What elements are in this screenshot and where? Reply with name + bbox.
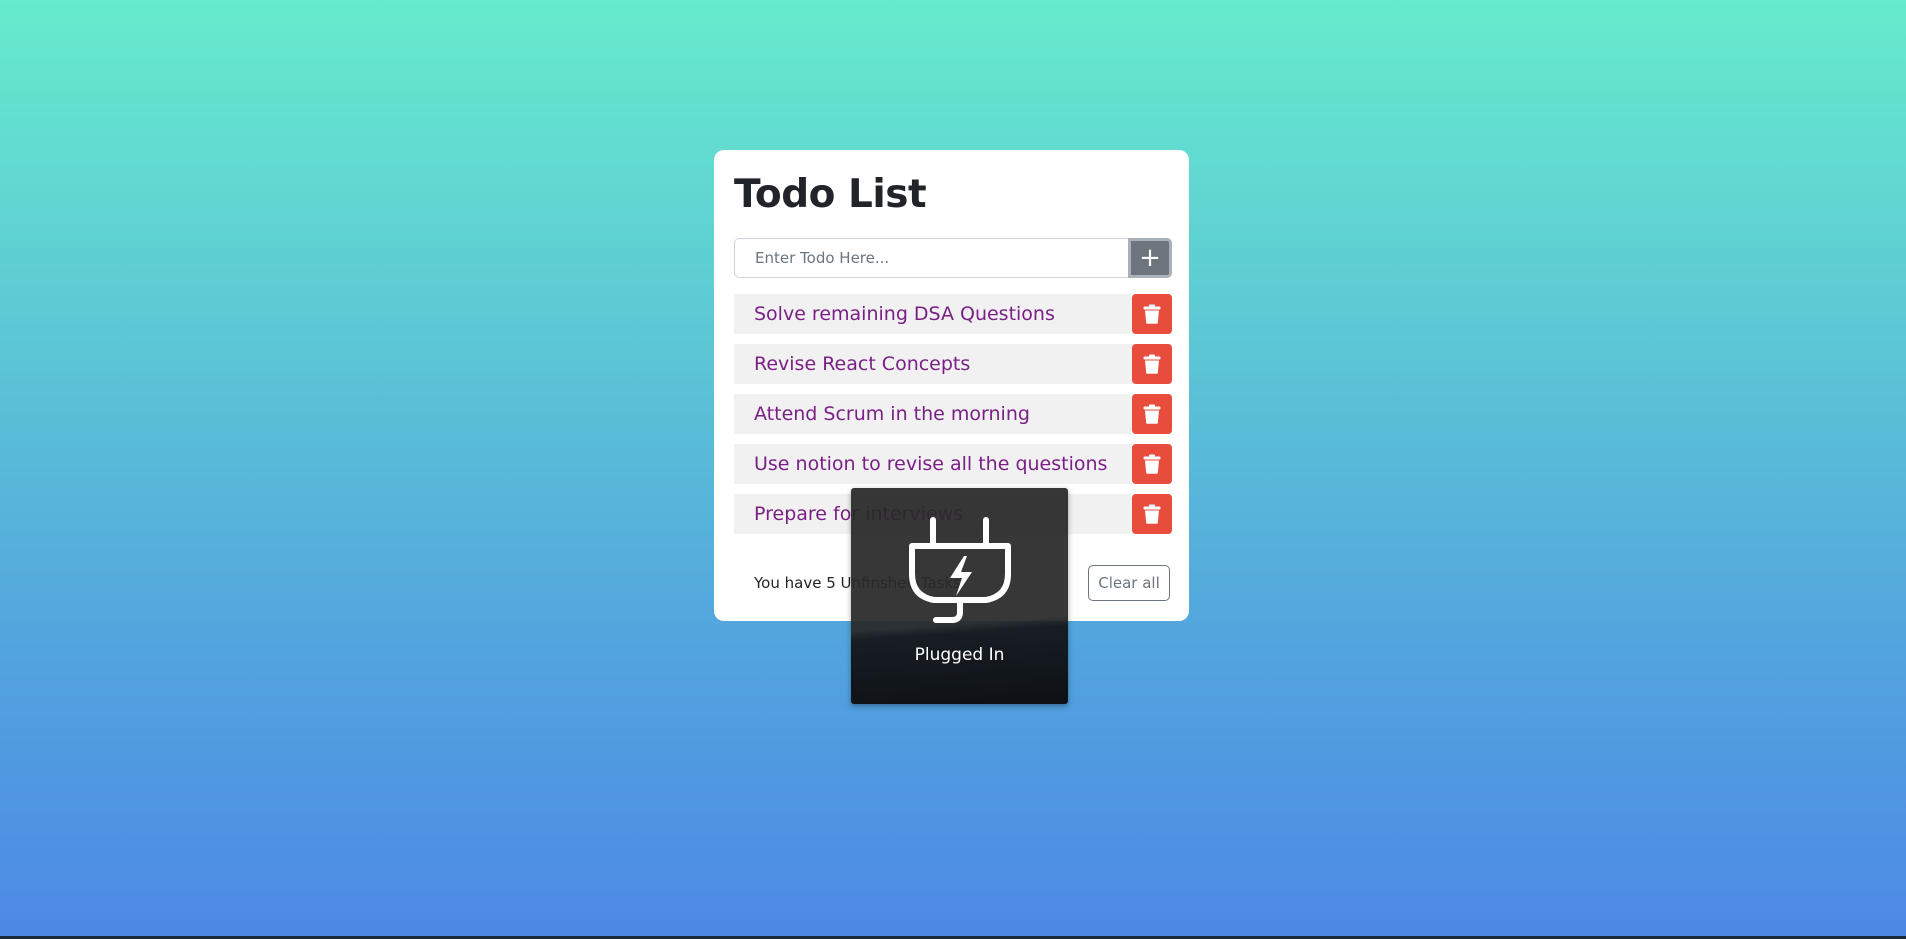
trash-icon — [1143, 304, 1161, 324]
delete-todo-button[interactable] — [1132, 344, 1172, 384]
trash-icon — [1143, 504, 1161, 524]
delete-todo-button[interactable] — [1132, 394, 1172, 434]
delete-todo-button[interactable] — [1132, 294, 1172, 334]
todo-item-text: Revise React Concepts — [754, 353, 971, 375]
todo-input-group: + — [734, 238, 1172, 278]
trash-icon — [1143, 404, 1161, 424]
todo-item: Solve remaining DSA Questions — [734, 294, 1172, 334]
power-status-label: Plugged In — [914, 645, 1005, 665]
trash-icon — [1143, 454, 1161, 474]
todo-input[interactable] — [734, 238, 1128, 278]
power-notification-overlay: Plugged In — [851, 488, 1068, 704]
page-title: Todo List — [734, 172, 927, 217]
todo-item-text: Use notion to revise all the questions — [754, 453, 1108, 475]
trash-icon — [1143, 354, 1161, 374]
plug-charging-icon — [909, 517, 1011, 623]
delete-todo-button[interactable] — [1132, 494, 1172, 534]
clear-all-button[interactable]: Clear all — [1088, 565, 1170, 601]
todo-item: Revise React Concepts — [734, 344, 1172, 384]
add-todo-button[interactable]: + — [1128, 238, 1172, 278]
delete-todo-button[interactable] — [1132, 444, 1172, 484]
todo-item: Attend Scrum in the morning — [734, 394, 1172, 434]
todo-item: Use notion to revise all the questions — [734, 444, 1172, 484]
todo-item-text: Solve remaining DSA Questions — [754, 303, 1055, 325]
todo-item-text: Attend Scrum in the morning — [754, 403, 1030, 425]
